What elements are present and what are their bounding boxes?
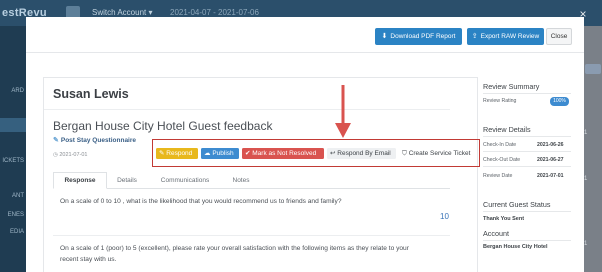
create-service-ticket-button[interactable]: ⛉ Create Service Ticket: [399, 148, 477, 159]
form-title: Bergan House City Hotel Guest feedback: [53, 119, 273, 133]
respond-email-label: Respond By Email: [337, 150, 391, 157]
account-divider: [483, 240, 571, 241]
checkin-label: Check-In Date: [483, 142, 517, 148]
sidebar-active-item[interactable]: [0, 118, 26, 132]
question-divider: [53, 235, 450, 236]
background-badge: [585, 64, 601, 74]
checkin-value: 2021-06-26: [537, 142, 564, 148]
export-raw-label: Export RAW Review: [480, 33, 540, 40]
sidebar-item[interactable]: ENES: [0, 212, 26, 218]
sidebar-item[interactable]: ANT: [0, 193, 26, 199]
question-text-continued: recent stay with us.: [60, 256, 117, 263]
questionnaire-label: Post Stay Questionnaire: [60, 137, 137, 144]
respond-label: Respond: [166, 150, 193, 157]
details-row-divider: [483, 166, 571, 167]
annotation-arrow-icon: [335, 85, 351, 138]
question-text: On a scale of 0 to 10 , what is the like…: [60, 198, 342, 205]
respond-by-email-button[interactable]: ↩ Respond By Email: [327, 148, 396, 159]
background-right-panel: [584, 26, 602, 272]
mark-not-resolved-button[interactable]: ✔ Mark as Not Resolved: [242, 148, 324, 159]
tab-notes[interactable]: Notes: [222, 172, 260, 189]
sidebar-item[interactable]: ARD: [0, 88, 26, 94]
question-answer: 10: [440, 212, 449, 221]
download-icon: ⬇: [381, 33, 388, 40]
guest-status-title: Current Guest Status: [483, 200, 551, 209]
switch-account-dropdown[interactable]: Switch Account ▾: [92, 8, 153, 17]
tag-icon: ⛉: [402, 150, 409, 157]
publish-button[interactable]: ☁ Publish: [201, 148, 239, 159]
questionnaire-icon: ✎: [53, 137, 59, 144]
tab-details[interactable]: Details: [108, 172, 146, 189]
review-rating-badge: 100%: [550, 97, 569, 106]
download-pdf-label: Download PDF Report: [390, 33, 456, 40]
question-text: On a scale of 1 (poor) to 5 (excellent),…: [60, 245, 409, 252]
guest-status-value: Thank You Sent: [483, 216, 525, 222]
review-summary-title: Review Summary: [483, 82, 540, 91]
review-rating-label: Review Rating: [483, 98, 517, 104]
summary-divider: [483, 93, 571, 94]
create-ticket-label: Create Service Ticket: [408, 150, 471, 157]
review-date-summary-value: 2021-07-01: [537, 173, 564, 179]
account-title: Account: [483, 229, 509, 238]
date-range-picker[interactable]: 2021-04-07 - 2021-07-06: [170, 8, 259, 17]
sidebar-item[interactable]: ICKETS: [0, 158, 26, 164]
background-count: 1: [584, 241, 588, 247]
respond-button[interactable]: ✎ Respond: [156, 148, 198, 159]
review-date-value: 2021-07-01: [59, 152, 88, 158]
close-button[interactable]: Close: [546, 28, 572, 45]
details-row-divider: [483, 151, 571, 152]
checkout-value: 2021-06-27: [537, 157, 564, 163]
background-count: 1: [584, 176, 588, 182]
guest-name: Susan Lewis: [53, 87, 129, 101]
status-divider: [483, 211, 571, 212]
download-pdf-button[interactable]: ⬇ Download PDF Report: [375, 28, 462, 45]
sidebar-item[interactable]: EDIA: [0, 229, 26, 235]
checkout-label: Check-Out Date: [483, 157, 521, 163]
name-divider: [44, 109, 450, 110]
review-date: ◷ 2021-07-01: [53, 152, 87, 158]
tab-response[interactable]: Response: [53, 172, 107, 189]
app-sidebar: [0, 26, 26, 272]
export-icon: ⇪: [471, 33, 478, 40]
publish-label: Publish: [212, 150, 234, 157]
account-value: Bergan House City Hotel: [483, 244, 548, 250]
review-details-title: Review Details: [483, 125, 531, 134]
mark-not-resolved-label: Mark as Not Resolved: [252, 150, 317, 157]
details-divider: [483, 136, 571, 137]
tab-communications[interactable]: Communications: [152, 172, 218, 189]
export-raw-button[interactable]: ⇪ Export RAW Review: [467, 28, 544, 45]
questionnaire-link[interactable]: ✎ Post Stay Questionnaire: [53, 136, 136, 144]
review-date-label: Review Date: [483, 173, 513, 179]
modal-header-divider: [26, 52, 584, 53]
background-count: 1: [584, 130, 588, 136]
